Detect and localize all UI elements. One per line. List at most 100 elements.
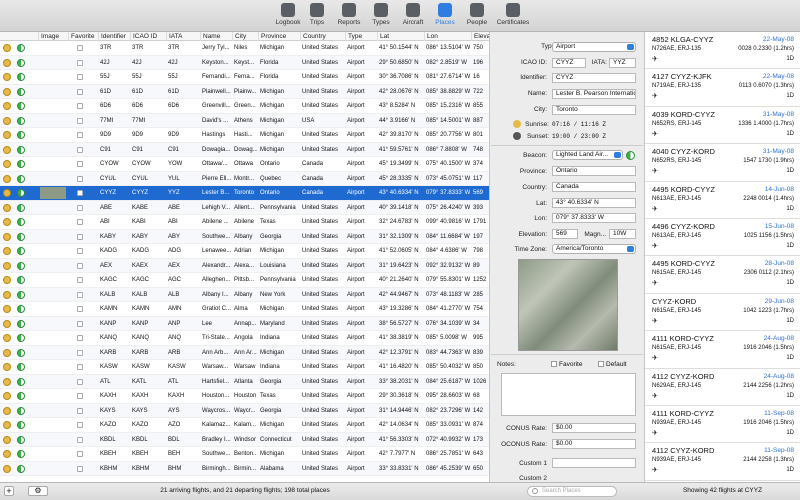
favorite-checkbox[interactable] (77, 291, 83, 298)
table-row[interactable]: ABE KABE ABE Lehigh V... Allent... Pennsylvan… (0, 200, 489, 215)
flight-item[interactable]: CYYZ-KORD 29-Jun-08 N615AE, ERJ-145 1042 12… (645, 294, 800, 332)
flight-item[interactable]: 4112 CYYZ-KORD 24-Aug-08 N629AE, ERJ-145 21… (645, 369, 800, 406)
favorite-checkbox[interactable] (77, 436, 83, 443)
column-header[interactable]: Name (200, 32, 232, 41)
country-field[interactable]: Canada (552, 182, 636, 192)
table-row[interactable]: KBDL KBDL BDL Bradley I... Windsor Connecticu… (0, 432, 489, 447)
table-row[interactable]: ATL KATL ATL Hartsfiel... Atlanta Georgia Unit… (0, 374, 489, 389)
table-row[interactable]: KAZO KAZO AZO Kalamaz... Kalam... Michigan Uni… (0, 418, 489, 433)
flight-item[interactable]: 4852 KLGA-CYYZ 22-May-08 N726AE, ERJ-135 00… (645, 32, 800, 70)
table-row[interactable]: 3TR 3TR 3TR Jerry Tyl... Niles Michigan United… (0, 41, 489, 56)
flight-item[interactable]: 4495 KORD-CYYZ 28-Jun-08 N615AE, ERJ-145 23… (645, 256, 800, 294)
table-row[interactable]: KAMN KAMN AMN Gratiot C... Alma Michigan Unite… (0, 302, 489, 317)
table-row[interactable]: 42J 42J 42J Keyston... Keyst... Florida United… (0, 55, 489, 70)
table-row[interactable]: KASW KASW KASW Warsaw... Warsaw Indiana United… (0, 360, 489, 375)
province-field[interactable]: Ontario (552, 166, 636, 176)
name-field[interactable]: Lester B. Pearson International (552, 89, 636, 99)
favorite-checkbox[interactable] (77, 335, 83, 341)
flight-item[interactable]: 4111 KORD-CYYZ 11-Sep-08 N939AE, ERJ-145 19… (645, 406, 800, 444)
favorite-checkbox[interactable] (77, 103, 83, 109)
icao-field[interactable]: CYYZ (552, 58, 586, 68)
column-header[interactable]: Favorite (68, 32, 98, 41)
lon-field[interactable]: 079° 37.8333' W (552, 213, 636, 223)
flight-item[interactable]: 4039 KORD-CYYZ 31-May-08 N652RS, ERJ-145 13… (645, 107, 800, 145)
favorite-checkbox[interactable] (77, 74, 83, 80)
table-row[interactable]: CYUL CYUL YUL Pierre Ell... Montr... Quebec Ca… (0, 171, 489, 186)
table-row[interactable]: 77MI 77MI David's ... Athens Michigan USA Airp… (0, 113, 489, 128)
flight-item[interactable]: 4111 KORD-CYYZ 24-Aug-08 N615AE, ERJ-145 19… (645, 331, 800, 369)
add-button[interactable]: + (4, 486, 14, 496)
table-row[interactable]: KARB KARB ARB Ann Arb... Ann Ar... Michigan Un… (0, 345, 489, 360)
favorite-checkbox[interactable] (77, 277, 83, 283)
table-row[interactable]: 55J 55J 55J Fernandi... Ferna... Florida Unite… (0, 70, 489, 85)
flight-item[interactable]: 4495 KORD-CYYZ 14-Jun-08 N613AE, ERJ-145 22… (645, 182, 800, 219)
oconus-field[interactable]: $0.00 (552, 439, 636, 449)
table-row[interactable]: AEX KAEX AEX Alexandr... Alexa... Louisiana Un… (0, 258, 489, 273)
favorite-checkbox[interactable] (77, 465, 83, 472)
column-header[interactable]: Province (258, 32, 300, 41)
table-row[interactable]: KAXH KAXH KAXH Houston... Houston Texas United… (0, 389, 489, 404)
flight-item[interactable]: 4127 CYYZ-KJFK 22-May-08 N719AE, ERJ-135 01… (645, 69, 800, 107)
favorite-checkbox[interactable] (77, 146, 83, 153)
favorite-checkbox[interactable] (77, 451, 83, 457)
favorite-checkbox[interactable] (77, 248, 83, 254)
column-header[interactable]: Image (38, 32, 68, 41)
flight-item[interactable]: 4112 CYYZ-KORD 11-Sep-08 N939AE, ERJ-145 21… (645, 443, 800, 481)
flight-item[interactable]: 4040 CYYZ-KORD 31-May-08 N652RS, ERJ-145 15… (645, 144, 800, 182)
column-header[interactable]: Elevat (471, 32, 489, 41)
table-row[interactable]: KBHM KBHM BHM Birmingh... Birmin... Alabama Un… (0, 461, 489, 476)
city-field[interactable]: Toronto (552, 105, 636, 115)
search-input[interactable]: Search Places (527, 486, 617, 497)
table-row[interactable]: KAYS KAYS AYS Waycros... Waycr... Georgia Unit… (0, 403, 489, 418)
favorite-checkbox[interactable] (77, 393, 83, 399)
table-row[interactable]: KAGC KAGC AGC Alleghen... Pittsb... Pennsylva… (0, 273, 489, 288)
table-row[interactable]: 6D6 6D6 6D6 Greenvill... Green... Michigan Uni… (0, 99, 489, 114)
favorite-checkbox[interactable]: Favorite (551, 361, 582, 368)
toolbar-certificates-button[interactable]: Certificates (493, 3, 533, 26)
table-row[interactable]: KBEH KBEH BEH Southwe... Benton... Michigan Un… (0, 447, 489, 462)
column-header[interactable]: IATA (166, 32, 200, 41)
table-row[interactable]: KADG KADG ADG Lenawee... Adrian Michigan Unite… (0, 244, 489, 259)
favorite-checkbox[interactable] (77, 407, 83, 414)
timezone-select[interactable]: America/Toronto (552, 244, 636, 254)
toolbar-people-button[interactable]: People (457, 3, 497, 26)
table-row[interactable]: KANP KANP ANP Lee Annap... Maryland United Sta… (0, 316, 489, 331)
beacon-select[interactable]: Lighted Land Air... (552, 150, 623, 160)
favorite-checkbox[interactable] (77, 204, 83, 211)
iata-field[interactable]: YYZ (609, 58, 636, 68)
column-header[interactable]: ICAO ID (130, 32, 166, 41)
table-row[interactable]: C91 C91 C91 Dowagia... Dowag... Michigan Unite… (0, 142, 489, 157)
table-row[interactable]: ABI KABI ABI Abilene ... Abilene Texas United … (0, 215, 489, 230)
favorite-checkbox[interactable] (77, 306, 83, 312)
flight-item[interactable]: 4496 CYYZ-KORD 15-Jun-08 N613AE, ERJ-145 10… (645, 219, 800, 257)
favorite-checkbox[interactable] (77, 219, 83, 225)
notes-textarea[interactable] (501, 373, 636, 416)
favorite-checkbox[interactable] (77, 422, 83, 428)
lat-field[interactable]: 43° 40.6334' N (552, 198, 636, 208)
elevation-field[interactable]: 569 (552, 229, 578, 239)
column-header[interactable]: City (232, 32, 258, 41)
table-row[interactable]: KALB KALB ALB Albany I... Albany New York Unit… (0, 287, 489, 302)
table-row[interactable]: CYYZ CYYZ YYZ Lester B... Toronto Ontario Cana… (0, 186, 489, 201)
favorite-checkbox[interactable] (77, 320, 83, 327)
gear-icon[interactable]: ⚙ (28, 486, 48, 496)
favorite-checkbox[interactable] (77, 161, 83, 167)
favorite-checkbox[interactable] (77, 190, 83, 196)
favorite-checkbox[interactable] (77, 175, 83, 182)
column-header[interactable]: Lon (424, 32, 471, 41)
column-header[interactable]: Identifier (98, 32, 130, 41)
column-header[interactable]: Lat (377, 32, 424, 41)
column-header[interactable]: Country (300, 32, 345, 41)
table-row[interactable]: 61D 61D 61D Plainwell... Plainw... Michigan Un… (0, 84, 489, 99)
favorite-checkbox[interactable] (77, 117, 83, 124)
magvar-field[interactable]: 10W (609, 229, 636, 239)
default-checkbox[interactable]: Default (598, 361, 627, 368)
favorite-checkbox[interactable] (77, 132, 83, 138)
favorite-checkbox[interactable] (77, 349, 83, 356)
custom1-field[interactable] (552, 458, 636, 468)
table-row[interactable]: KABY KABY ABY Southwe... Albany Georgia United… (0, 229, 489, 244)
table-row[interactable]: KANQ KANQ ANQ Tri-State... Angola Indiana Unit… (0, 331, 489, 346)
favorite-checkbox[interactable] (77, 45, 83, 51)
table-row[interactable]: 9D9 9D9 9D9 Hastings Hasti... Michigan United … (0, 128, 489, 143)
conus-field[interactable]: $0.00 (552, 423, 636, 433)
